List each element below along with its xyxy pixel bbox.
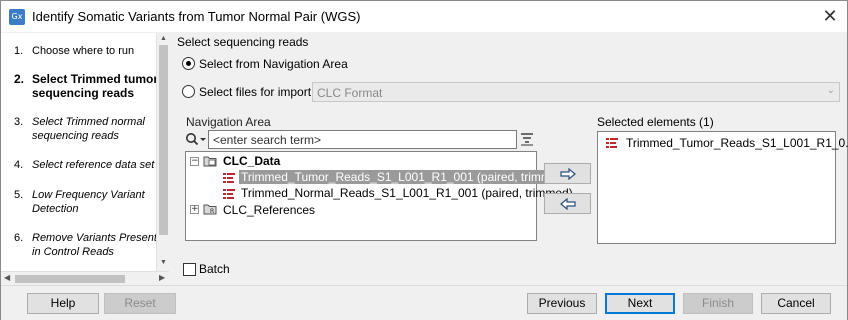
tree-item-normal-reads[interactable]: Trimmed_Normal_Reads_S1_L001_R1_001 (pai… [241,186,573,200]
svg-text:R: R [210,208,214,215]
sequence-list-icon [223,189,235,199]
search-input[interactable]: <enter search term> [208,130,517,149]
tree-node-clc-data[interactable]: CLC_Data [223,154,280,168]
dialog-footer: Help Reset Previous Next Finish Cancel [1,285,847,320]
sequence-list-icon [606,138,618,148]
remove-from-selection-button[interactable] [544,193,591,214]
arrow-right-icon [560,168,576,180]
previous-button[interactable]: Previous [527,293,597,314]
step-label: Select reference data set [32,159,155,171]
batch-checkbox-label[interactable]: Batch [199,262,230,276]
scroll-left-icon[interactable]: ◀ [4,273,10,282]
navigation-tree[interactable]: − CLC_Data Trimmed_Tumor_Reads_S1_L001_R… [185,151,573,241]
step-number: 1. [14,45,24,57]
expand-icon[interactable]: + [190,205,199,214]
next-button[interactable]: Next [605,293,675,314]
search-icon[interactable] [185,132,207,146]
section-title: Select sequencing reads [177,35,309,49]
arrow-left-icon [560,198,576,210]
filter-icon[interactable] [520,132,534,146]
step-number: 4. [14,159,24,171]
navigation-area-label: Navigation Area [186,115,271,129]
step-label: Choose where to run [32,45,135,57]
selected-elements-label: Selected elements (1) [597,115,714,129]
wizard-steps-panel: 1. Choose where to run 2. Select Trimmed… [1,33,169,285]
tree-node-clc-references[interactable]: CLC_References [223,203,315,217]
help-button[interactable]: Help [27,293,99,314]
steps-vertical-scrollbar[interactable]: ▲ ▼ [156,33,169,271]
step-label: Remove Variants Present in Control Reads [32,232,157,258]
radio-navigation-area[interactable] [182,57,195,70]
step-number: 3. [14,116,24,128]
step-label: Low Frequency Variant Detection [32,189,145,215]
step-number: 2. [14,72,25,86]
radio-import-files[interactable] [182,85,195,98]
import-format-select[interactable]: CLC Format ⌄ [312,82,840,102]
scroll-down-icon[interactable]: ▼ [160,259,167,266]
title-bar: Gx Identify Somatic Variants from Tumor … [1,1,847,32]
tree-item-tumor-reads[interactable]: Trimmed_Tumor_Reads_S1_L001_R1_001 (pair… [239,170,571,184]
batch-checkbox[interactable] [183,263,196,276]
cancel-button[interactable]: Cancel [761,293,831,314]
chevron-down-icon: ⌄ [826,85,835,96]
window-title: Identify Somatic Variants from Tumor Nor… [32,9,361,24]
step-label: Select Trimmed normal sequencing reads [32,116,145,142]
dialog-window: Gx Identify Somatic Variants from Tumor … [0,0,848,320]
reset-button[interactable]: Reset [104,293,176,314]
close-icon[interactable]: ✕ [819,5,841,27]
selected-elements-list[interactable]: Trimmed_Tumor_Reads_S1_L001_R1_0... [597,131,848,244]
app-icon: Gx [9,9,25,25]
scrollbar-thumb[interactable] [15,275,125,283]
step-number: 5. [14,189,24,201]
selected-item[interactable]: Trimmed_Tumor_Reads_S1_L001_R1_0... [626,136,848,150]
folder-icon: R [203,204,217,215]
radio-import-files-label[interactable]: Select files for import: [199,85,314,99]
collapse-icon[interactable]: − [190,157,199,166]
steps-horizontal-scrollbar[interactable]: ◀ ▶ [1,271,169,285]
folder-icon [203,156,217,167]
scrollbar-thumb[interactable] [159,45,168,235]
import-format-value: CLC Format [317,86,383,100]
finish-button[interactable]: Finish [683,293,753,314]
scroll-right-icon[interactable]: ▶ [159,273,165,282]
step-label: Select Trimmed tumor sequencing reads [32,72,159,100]
add-to-selection-button[interactable] [544,163,591,184]
sequence-list-icon [223,173,235,183]
scroll-up-icon[interactable]: ▲ [160,35,167,42]
step-number: 6. [14,232,24,244]
radio-navigation-area-label[interactable]: Select from Navigation Area [199,57,348,71]
